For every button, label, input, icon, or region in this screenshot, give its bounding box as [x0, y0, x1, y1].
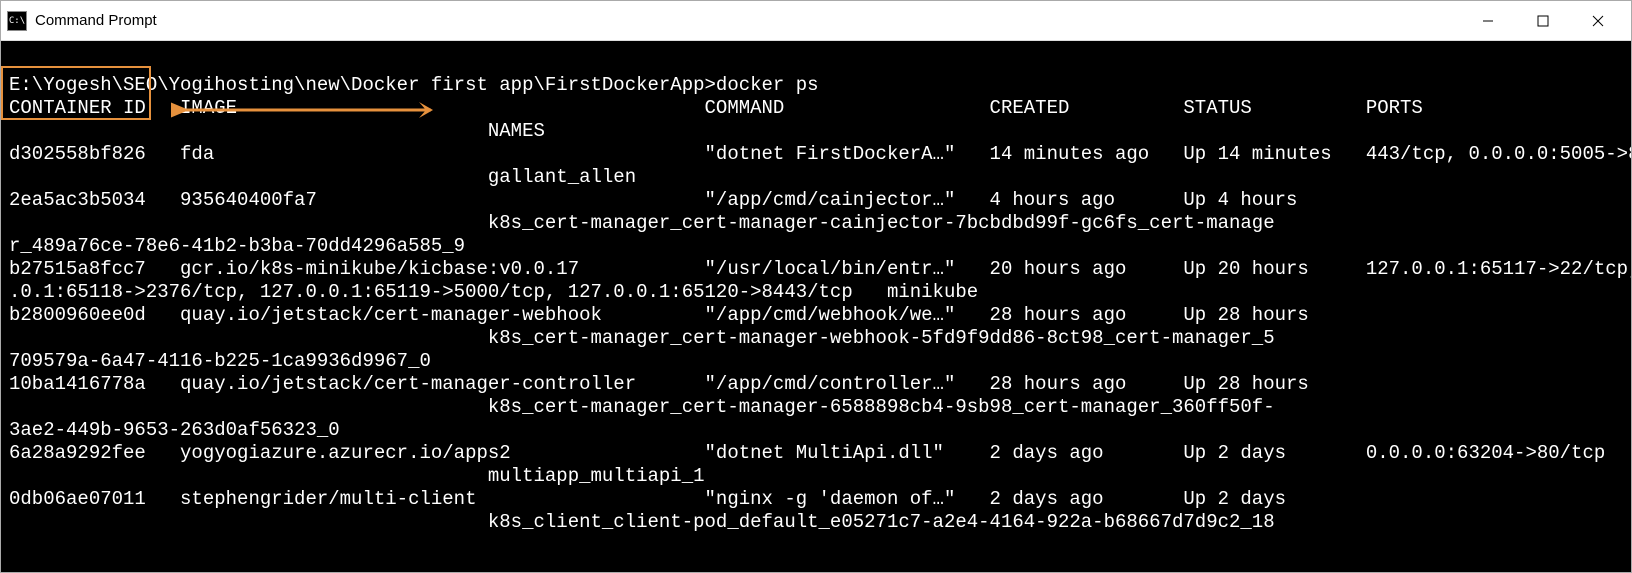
table-row: k8s_cert-manager_cert-manager-cainjector… [9, 212, 1275, 234]
minimize-icon [1482, 15, 1494, 27]
table-header-names: NAMES [9, 120, 545, 142]
close-button[interactable] [1570, 1, 1625, 41]
table-row: b27515a8fcc7 gcr.io/k8s-minikube/kicbase… [9, 258, 1631, 280]
command-prompt-window: C:\ Command Prompt E:\Yogesh\SEO\Yogihos… [0, 0, 1632, 573]
command-prompt-icon: C:\ [7, 11, 27, 31]
maximize-button[interactable] [1515, 1, 1570, 41]
table-row: k8s_client_client-pod_default_e05271c7-a… [9, 511, 1275, 533]
table-row: 709579a-6a47-4116-b225-1ca9936d9967_0 [9, 350, 431, 372]
table-row: .0.1:65118->2376/tcp, 127.0.0.1:65119->5… [9, 281, 978, 303]
table-row: 3ae2-449b-9653-263d0af56323_0 [9, 419, 340, 441]
table-row: 6a28a9292fee yogyogiazure.azurecr.io/app… [9, 442, 1605, 464]
terminal-output[interactable]: E:\Yogesh\SEO\Yogihosting\new\Docker fir… [1, 41, 1631, 572]
prompt-line: E:\Yogesh\SEO\Yogihosting\new\Docker fir… [9, 74, 819, 96]
table-row: k8s_cert-manager_cert-manager-webhook-5f… [9, 327, 1275, 349]
minimize-button[interactable] [1460, 1, 1515, 41]
table-row: r_489a76ce-78e6-41b2-b3ba-70dd4296a585_9 [9, 235, 465, 257]
maximize-icon [1537, 15, 1549, 27]
close-icon [1592, 15, 1604, 27]
table-header: CONTAINER ID IMAGE COMMAND CREATED STATU… [9, 97, 1423, 119]
table-row: d302558bf826 fda "dotnet FirstDockerA…" … [9, 143, 1631, 165]
title-bar[interactable]: C:\ Command Prompt [1, 1, 1631, 41]
table-row: 10ba1416778a quay.io/jetstack/cert-manag… [9, 373, 1309, 395]
table-row: 2ea5ac3b5034 935640400fa7 "/app/cmd/cain… [9, 189, 1297, 211]
table-row: 0db06ae07011 stephengrider/multi-client … [9, 488, 1286, 510]
table-row: multiapp_multiapi_1 [9, 465, 705, 487]
table-row: b2800960ee0d quay.io/jetstack/cert-manag… [9, 304, 1309, 326]
window-title: Command Prompt [35, 12, 1460, 29]
table-row: k8s_cert-manager_cert-manager-6588898cb4… [9, 396, 1275, 418]
table-row: gallant_allen [9, 166, 636, 188]
window-controls [1460, 1, 1625, 41]
